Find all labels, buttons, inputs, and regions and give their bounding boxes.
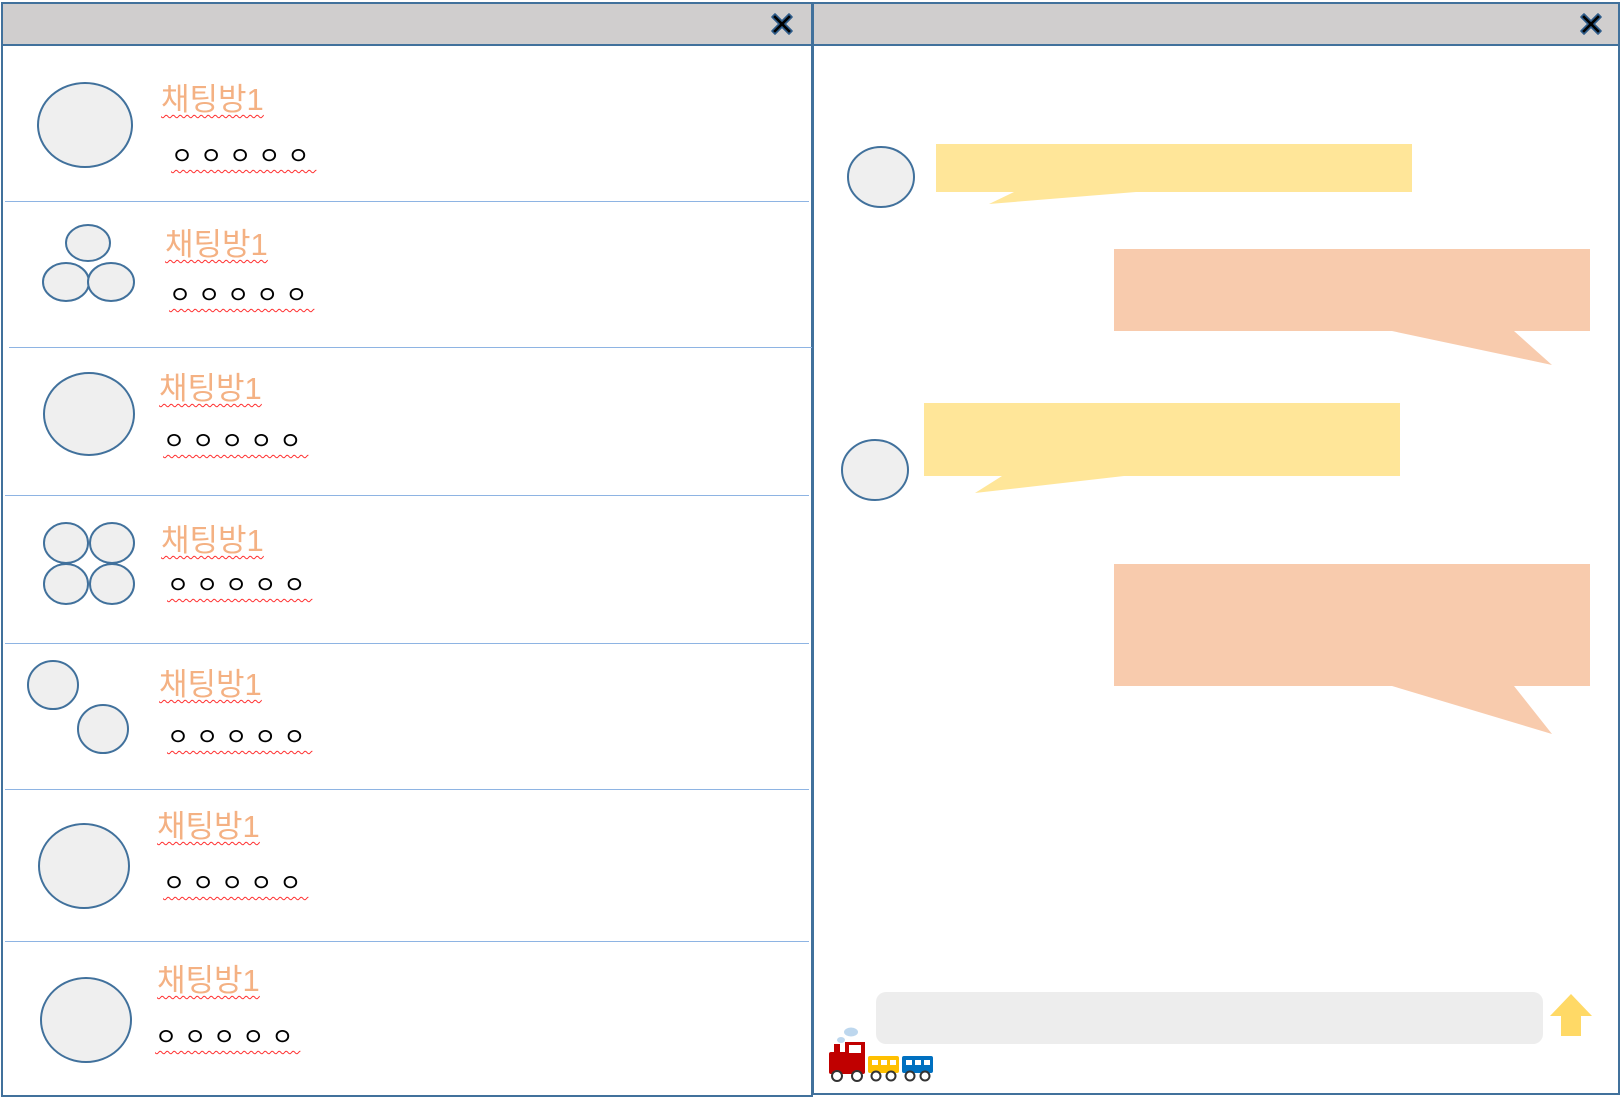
close-icon: [771, 13, 793, 35]
single-avatar-icon: [39, 977, 133, 1063]
room-last-message: ㅇㅇㅇㅇㅇ: [163, 870, 309, 897]
send-button[interactable]: [1548, 992, 1594, 1038]
single-avatar-icon: [41, 371, 137, 457]
sender-avatar-icon: [841, 439, 909, 505]
group-of-two-avatar-icon: [27, 660, 131, 754]
close-conversation-button[interactable]: [1576, 10, 1606, 40]
room-divider: [5, 495, 809, 496]
received-message-bubble: [924, 403, 1402, 495]
room-divider: [9, 347, 819, 348]
room-list-item[interactable]: 채팅방1 ㅇㅇㅇㅇㅇ: [3, 943, 811, 1093]
room-list-item[interactable]: 채팅방1 ㅇㅇㅇㅇㅇ: [3, 203, 811, 347]
room-name: 채팅방1: [159, 371, 262, 406]
room-name: 채팅방1: [157, 963, 260, 998]
room-list-item[interactable]: 채팅방1 ㅇㅇㅇㅇㅇ: [3, 645, 811, 789]
sent-message-bubble: [1114, 564, 1592, 736]
room-list-titlebar: [3, 4, 811, 46]
room-list-item[interactable]: 채팅방1 ㅇㅇㅇㅇㅇ: [3, 497, 811, 643]
train-icon: [825, 1026, 937, 1084]
sent-message-bubble: [1114, 249, 1592, 367]
room-last-message: ㅇㅇㅇㅇㅇ: [155, 1024, 301, 1051]
room-last-message: ㅇㅇㅇㅇㅇ: [167, 724, 313, 751]
single-avatar-icon: [37, 82, 133, 168]
close-icon: [1580, 13, 1602, 35]
room-list-item[interactable]: 채팅방1 ㅇㅇㅇㅇㅇ: [3, 349, 811, 495]
room-last-message: ㅇㅇㅇㅇㅇ: [171, 143, 317, 170]
room-name: 채팅방1: [161, 82, 264, 117]
room-divider: [5, 201, 809, 202]
received-message-bubble: [936, 144, 1414, 206]
room-divider: [5, 941, 809, 942]
chat-room-list-panel: 채팅방1 ㅇㅇㅇㅇㅇ 채팅방1 ㅇㅇㅇㅇㅇ 채팅방1 ㅇㅇㅇㅇㅇ 채팅방1 ㅇㅇ…: [1, 2, 819, 1097]
message-input[interactable]: [876, 992, 1543, 1044]
room-last-message: ㅇㅇㅇㅇㅇ: [167, 572, 313, 599]
up-arrow-icon: [1550, 994, 1592, 1036]
room-divider: [5, 643, 809, 644]
room-divider: [5, 789, 809, 790]
room-last-message: ㅇㅇㅇㅇㅇ: [163, 428, 309, 455]
room-name: 채팅방1: [165, 227, 268, 262]
group-of-four-avatar-icon: [41, 521, 137, 609]
conversation-titlebar: [814, 4, 1618, 46]
room-list-item[interactable]: 채팅방1 ㅇㅇㅇㅇㅇ: [3, 791, 811, 941]
room-name: 채팅방1: [157, 809, 260, 844]
chat-conversation-panel: [812, 2, 1620, 1095]
room-list-item[interactable]: 채팅방1 ㅇㅇㅇㅇㅇ: [3, 48, 811, 196]
single-avatar-icon: [37, 823, 131, 909]
close-room-list-button[interactable]: [767, 10, 797, 40]
room-last-message: ㅇㅇㅇㅇㅇ: [169, 282, 315, 309]
sender-avatar-icon: [847, 146, 915, 212]
group-of-three-avatar-icon: [41, 221, 137, 305]
room-name: 채팅방1: [161, 523, 264, 558]
room-name: 채팅방1: [159, 667, 262, 702]
